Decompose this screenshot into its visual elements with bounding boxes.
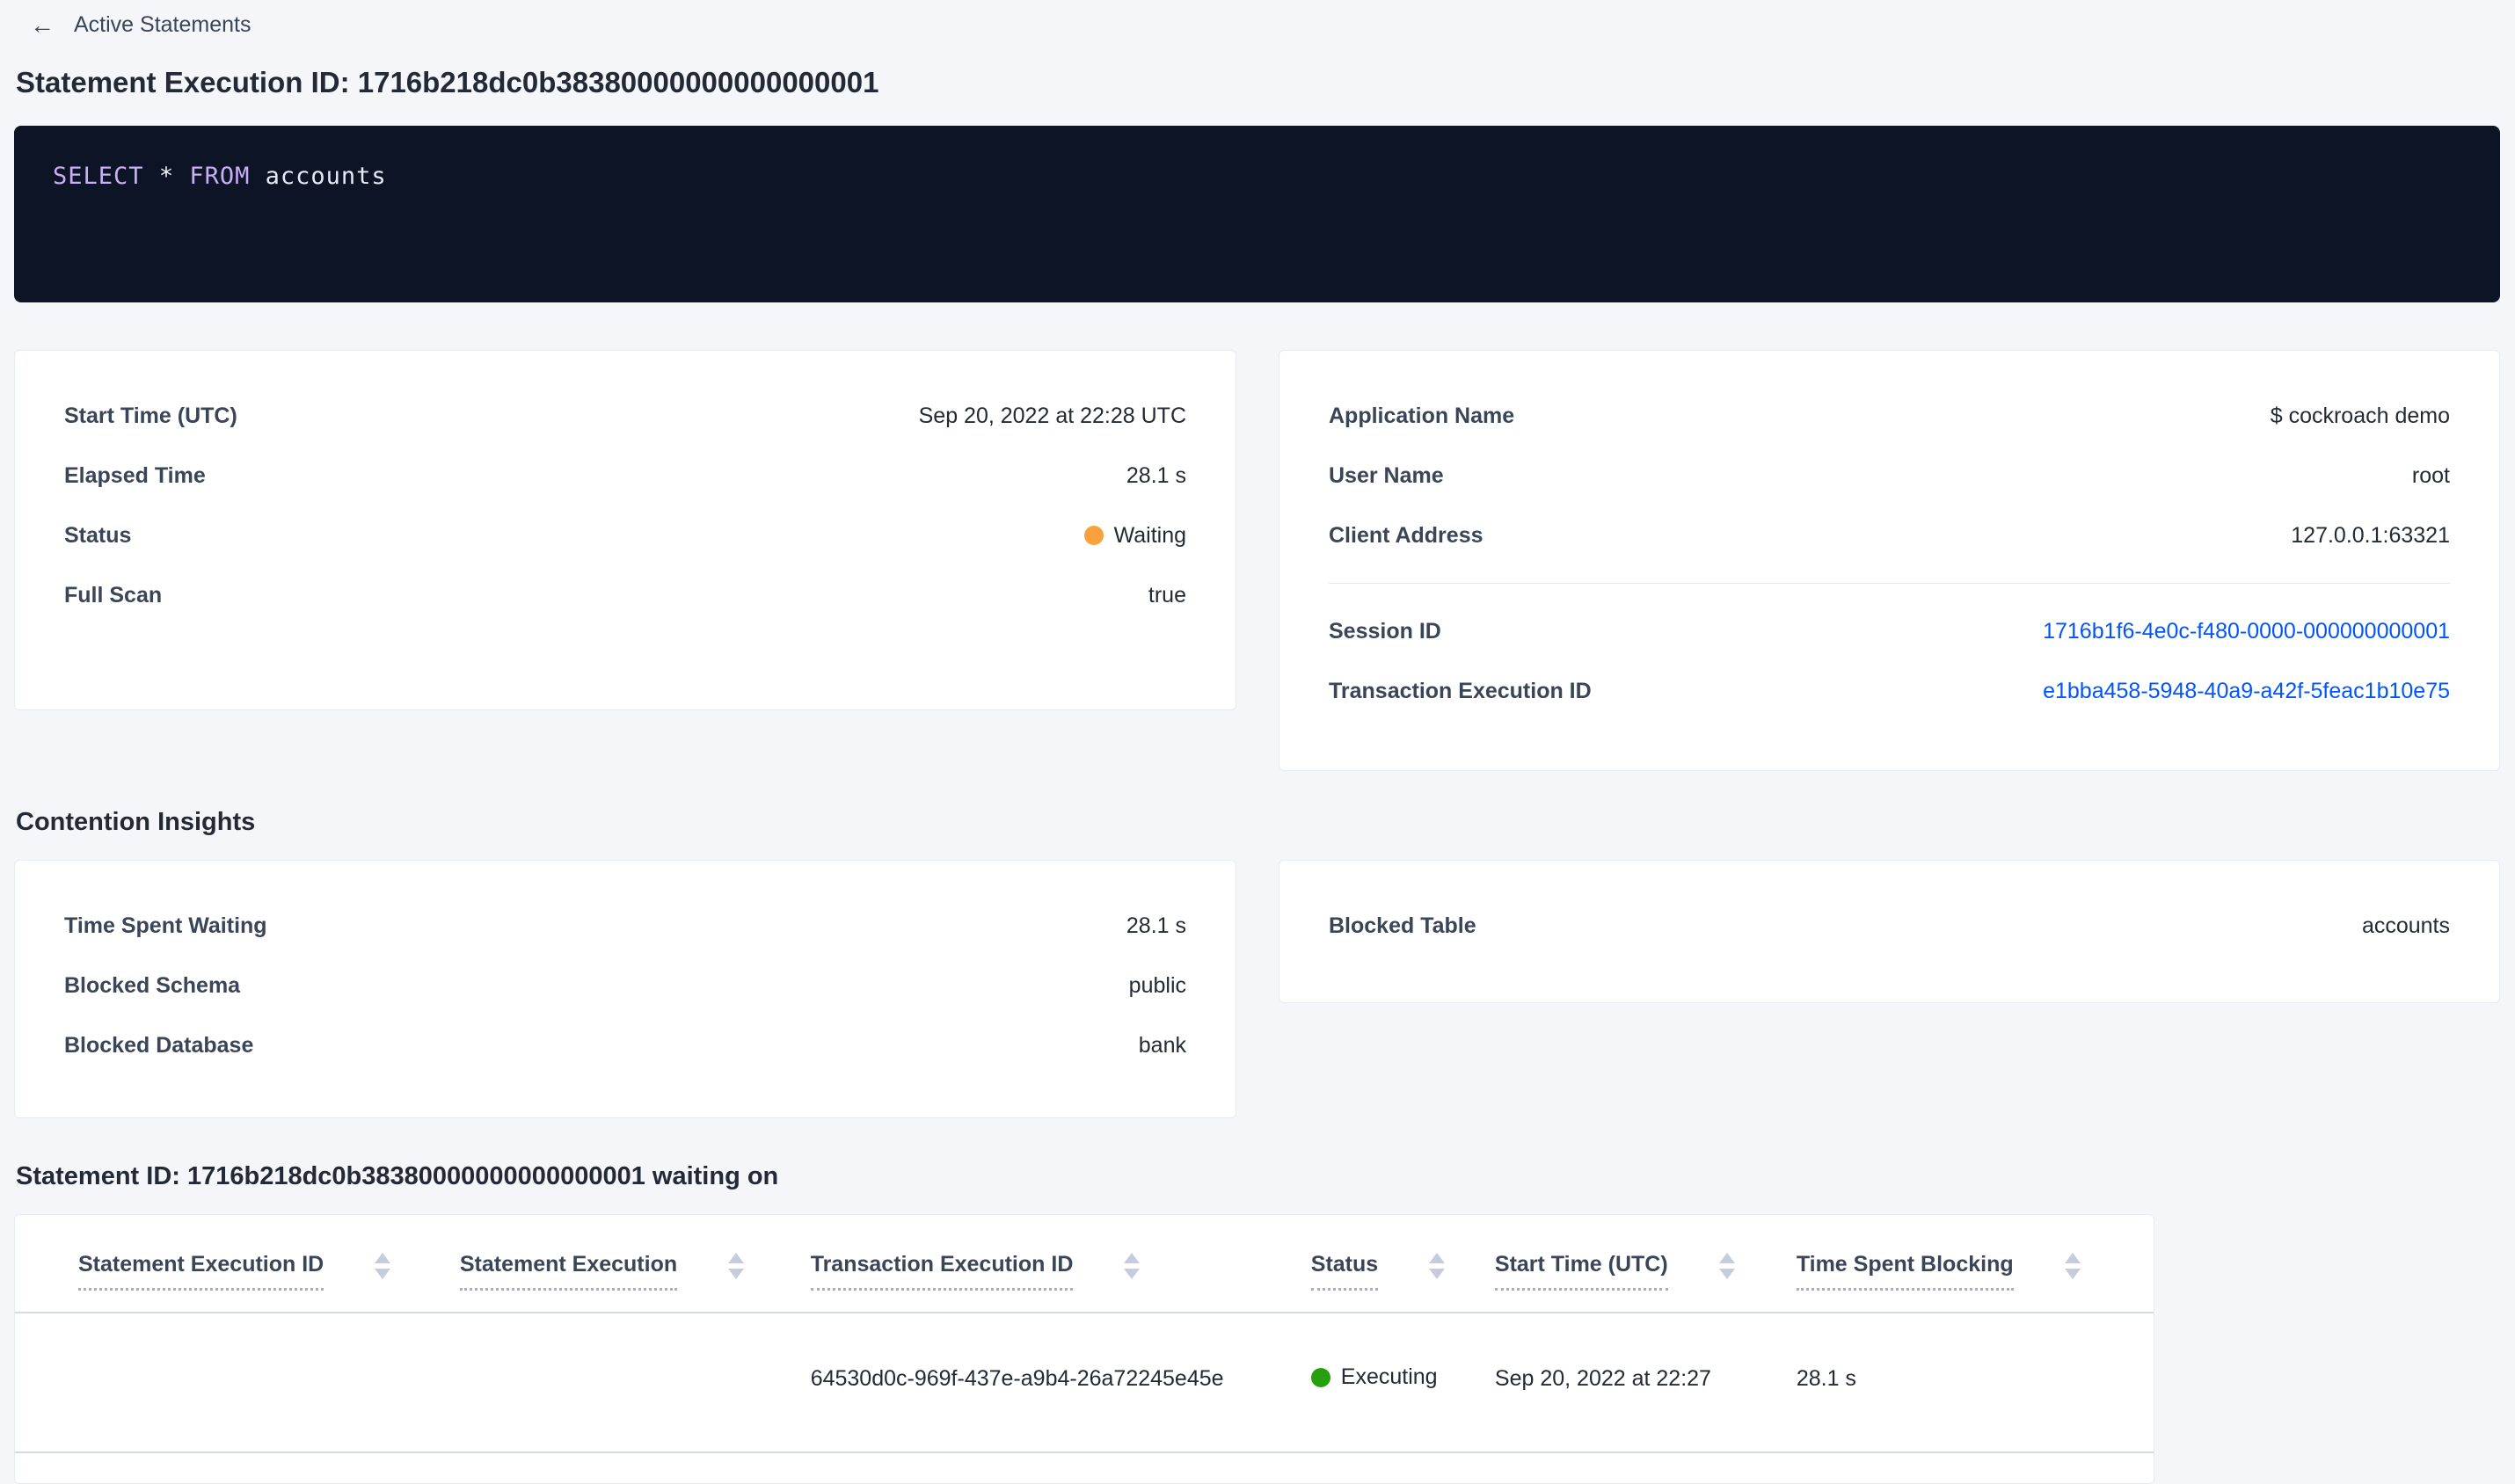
cell-statement-execution (459, 1313, 811, 1453)
transaction-execution-id-row: Transaction Execution ID e1bba458-5948-4… (1329, 661, 2450, 721)
blocked-schema-row: Blocked Schema public (64, 956, 1186, 1015)
client-address-row: Client Address 127.0.0.1:63321 (1329, 506, 2450, 565)
elapsed-time-row: Elapsed Time 28.1 s (64, 446, 1186, 506)
transaction-execution-id-label: Transaction Execution ID (1329, 678, 1592, 703)
time-spent-waiting-label: Time Spent Waiting (64, 913, 267, 938)
column-label: Transaction Execution ID (810, 1252, 1074, 1291)
sql-statement-box: SELECT * FROM accounts (14, 126, 2500, 302)
application-name-row: Application Name $ cockroach demo (1329, 386, 2450, 446)
contention-insights-heading: Contention Insights (16, 808, 256, 836)
client-address-label: Client Address (1329, 522, 1483, 548)
sort-icon[interactable] (728, 1253, 745, 1279)
column-header-transaction-execution-id[interactable]: Transaction Execution ID (810, 1215, 1311, 1313)
blocked-database-value: bank (1138, 1032, 1186, 1058)
waiting-on-heading: Statement ID: 1716b218dc0b38380000000000… (16, 1162, 779, 1190)
column-header-start-time[interactable]: Start Time (UTC) (1494, 1215, 1797, 1313)
column-header-statement-execution[interactable]: Statement Execution (459, 1215, 811, 1313)
executing-status-dot-icon (1310, 1367, 1330, 1387)
elapsed-time-value: 28.1 s (1126, 462, 1186, 488)
full-scan-row: Full Scan true (64, 565, 1186, 625)
elapsed-time-label: Elapsed Time (64, 462, 206, 488)
card-divider (1329, 583, 2450, 584)
column-label: Statement Execution (459, 1252, 678, 1291)
column-label: Time Spent Blocking (1796, 1252, 2014, 1291)
blocked-database-label: Blocked Database (64, 1032, 254, 1058)
contention-cards-row: Time Spent Waiting 28.1 s Blocked Schema… (14, 860, 2500, 1118)
sort-icon[interactable] (1124, 1253, 1141, 1279)
column-header-statement-execution-id[interactable]: Statement Execution ID (15, 1215, 460, 1313)
client-address-value: 127.0.0.1:63321 (2291, 522, 2450, 548)
status-text: Waiting (1113, 522, 1186, 548)
statement-details-page: ← Active Statements Statement Execution … (0, 0, 2515, 1484)
cell-transaction-execution-id: 64530d0c-969f-437e-a9b4-26a72245e45e (810, 1313, 1311, 1453)
sql-statement-text: SELECT * FROM accounts (53, 163, 387, 190)
table-header-row: Statement Execution ID Statement Executi… (15, 1215, 2154, 1313)
time-spent-waiting-row: Time Spent Waiting 28.1 s (64, 896, 1186, 956)
blocked-table-value: accounts (2361, 913, 2450, 938)
waiting-on-table-card: Statement Execution ID Statement Executi… (14, 1214, 2154, 1484)
user-name-label: User Name (1329, 462, 1444, 488)
cell-statement-execution-id (15, 1313, 460, 1453)
blocked-database-row: Blocked Database bank (64, 1015, 1186, 1075)
waiting-status-dot-icon (1083, 526, 1104, 545)
column-label: Start Time (UTC) (1494, 1252, 1668, 1291)
session-details-card: Application Name $ cockroach demo User N… (1279, 350, 2500, 771)
blocked-table-label: Blocked Table (1329, 913, 1476, 938)
waiting-on-table: Statement Execution ID Statement Executi… (15, 1215, 2154, 1453)
start-time-label: Start Time (UTC) (64, 403, 237, 428)
breadcrumb-label: Active Statements (74, 12, 252, 37)
full-scan-label: Full Scan (64, 582, 163, 607)
page-title: Statement Execution ID: 1716b218dc0b3838… (16, 66, 879, 98)
overview-cards-row: Start Time (UTC) Sep 20, 2022 at 22:28 U… (14, 350, 2500, 771)
sql-keyword-select: SELECT (53, 163, 144, 190)
session-id-link[interactable]: 1716b1f6-4e0c-f480-0000-000000000001 (2043, 619, 2450, 644)
sort-icon[interactable] (375, 1253, 391, 1279)
full-scan-value: true (1148, 582, 1186, 607)
sql-table-name: accounts (265, 163, 387, 190)
column-label: Statement Execution ID (78, 1252, 324, 1291)
column-label: Status (1310, 1252, 1379, 1291)
sql-keyword-from: FROM (189, 163, 251, 190)
user-name-row: User Name root (1329, 446, 2450, 506)
breadcrumb-back-link[interactable]: ← Active Statements (30, 12, 251, 38)
status-row: Status Waiting (64, 506, 1186, 565)
cell-status-text: Executing (1340, 1364, 1438, 1389)
contention-details-card: Time Spent Waiting 28.1 s Blocked Schema… (14, 860, 1236, 1118)
time-spent-waiting-value: 28.1 s (1126, 913, 1186, 938)
status-label: Status (64, 522, 132, 548)
start-time-row: Start Time (UTC) Sep 20, 2022 at 22:28 U… (64, 386, 1186, 446)
execution-details-card: Start Time (UTC) Sep 20, 2022 at 22:28 U… (14, 350, 1236, 710)
user-name-value: root (2411, 462, 2450, 488)
column-header-time-spent-blocking[interactable]: Time Spent Blocking (1796, 1215, 2154, 1313)
blocked-schema-value: public (1128, 972, 1186, 998)
column-header-status[interactable]: Status (1310, 1215, 1495, 1313)
transaction-execution-id-link[interactable]: e1bba458-5948-40a9-a42f-5feac1b10e75 (2043, 679, 2450, 704)
sort-icon[interactable] (1718, 1253, 1735, 1279)
back-arrow-icon: ← (30, 11, 55, 39)
application-name-label: Application Name (1329, 403, 1515, 428)
cell-status: Executing (1310, 1313, 1495, 1453)
blocked-table-row: Blocked Table accounts (1329, 896, 2450, 956)
start-time-value: Sep 20, 2022 at 22:28 UTC (918, 403, 1186, 428)
blocked-table-card: Blocked Table accounts (1279, 860, 2500, 1003)
application-name-value: $ cockroach demo (2270, 403, 2450, 428)
sort-icon[interactable] (2064, 1253, 2081, 1279)
session-id-label: Session ID (1329, 618, 1441, 644)
blocked-schema-label: Blocked Schema (64, 972, 241, 998)
cell-time-spent-blocking: 28.1 s (1796, 1313, 2154, 1453)
cell-start-time: Sep 20, 2022 at 22:27 (1494, 1313, 1797, 1453)
status-value: Waiting (1083, 522, 1186, 549)
sort-icon[interactable] (1429, 1253, 1446, 1279)
session-id-row: Session ID 1716b1f6-4e0c-f480-0000-00000… (1329, 601, 2450, 661)
sql-star: * (158, 163, 175, 190)
table-row: 64530d0c-969f-437e-a9b4-26a72245e45e Exe… (15, 1313, 2154, 1453)
